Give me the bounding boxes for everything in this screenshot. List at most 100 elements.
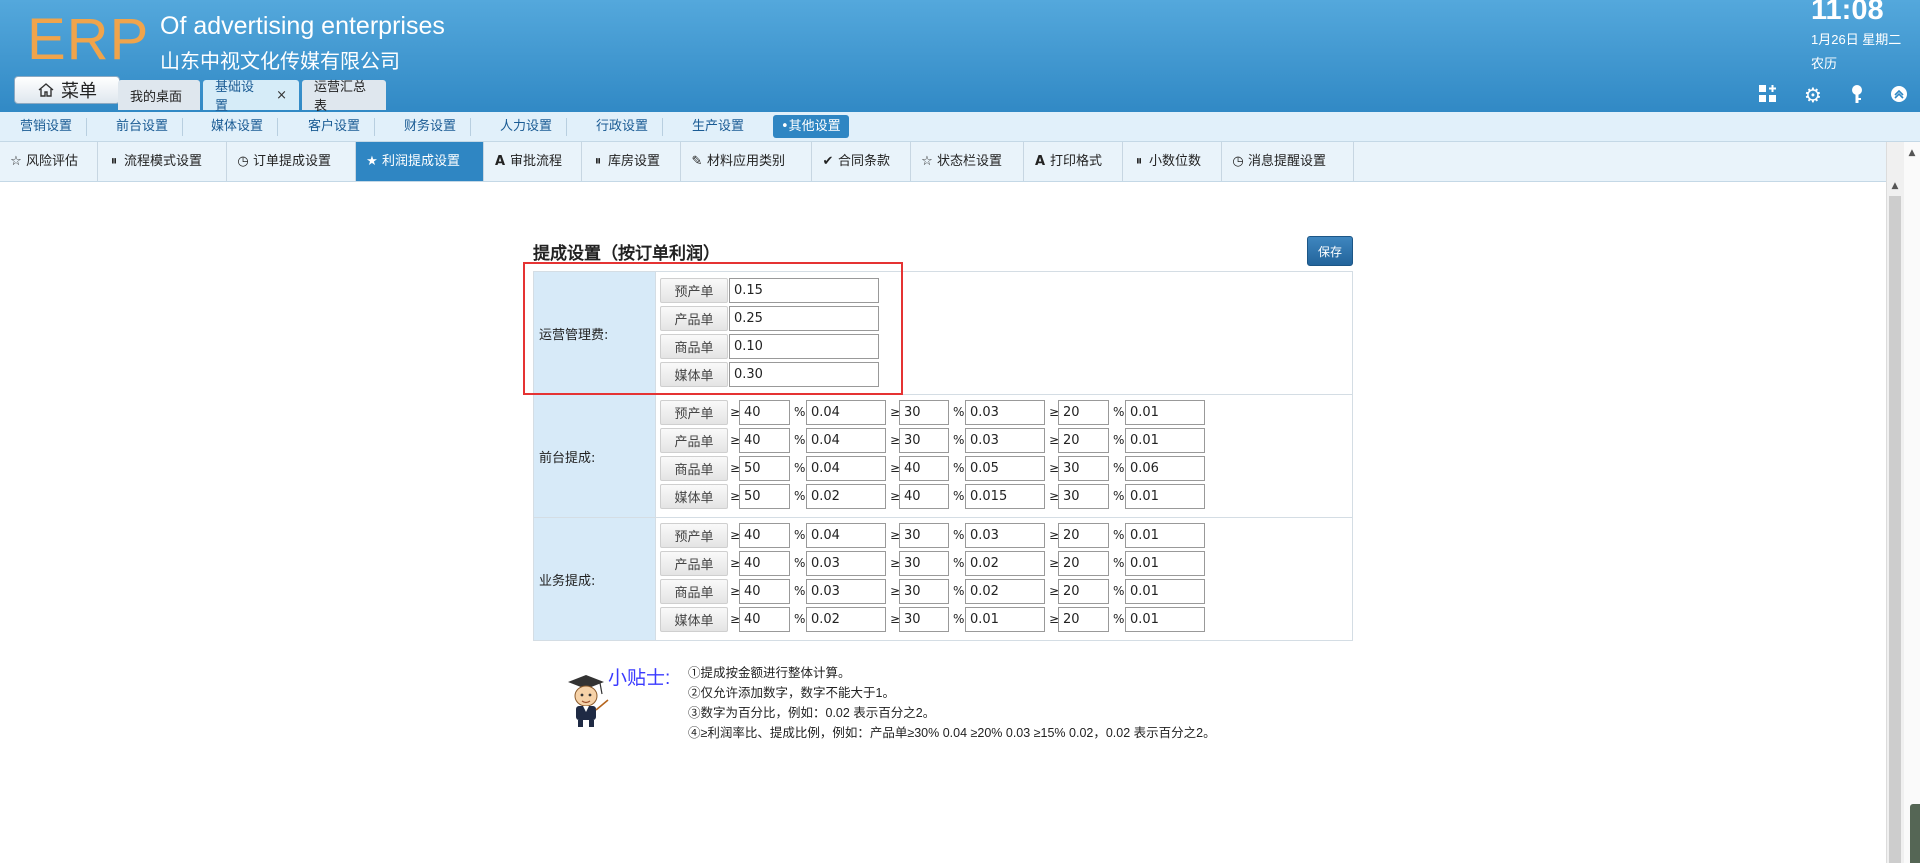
percent-symbol: % bbox=[953, 433, 965, 447]
rate-3-input[interactable]: 0.01 bbox=[1125, 607, 1205, 632]
gear-icon[interactable]: ⚙ bbox=[1801, 83, 1825, 107]
rate-3-input[interactable]: 0.01 bbox=[1125, 523, 1205, 548]
threshold-3-input[interactable]: 20 bbox=[1058, 551, 1109, 576]
rate-3-input[interactable]: 0.01 bbox=[1125, 400, 1205, 425]
outer-scroll-up-icon[interactable]: ▲ bbox=[1904, 146, 1920, 160]
nav-other-settings[interactable]: •其他设置 bbox=[773, 115, 849, 138]
collapse-up-icon[interactable] bbox=[1887, 83, 1911, 107]
threshold-3-input[interactable]: 20 bbox=[1058, 400, 1109, 425]
side-panel-grip[interactable] bbox=[1910, 804, 1920, 863]
tab-my-desktop[interactable]: 我的桌面 bbox=[118, 80, 200, 110]
outer-scrollbar-track bbox=[1904, 142, 1920, 863]
rate-2-input[interactable]: 0.05 bbox=[965, 456, 1045, 481]
subnav-label: 流程模式设置 bbox=[124, 154, 203, 169]
threshold-3-input[interactable]: 20 bbox=[1058, 579, 1109, 604]
lunar-calendar-link[interactable]: 农历 bbox=[1811, 53, 1837, 72]
threshold-1-input[interactable]: 40 bbox=[739, 400, 790, 425]
threshold-1-input[interactable]: 40 bbox=[739, 579, 790, 604]
subnav-message-reminder[interactable]: ◷ 消息提醒设置 bbox=[1222, 142, 1354, 181]
subnav-order-commission[interactable]: ◷ 订单提成设置 bbox=[227, 142, 356, 181]
other-settings-subnav: ☆ 风险评估 ⏸ 流程模式设置 ◷ 订单提成设置 ★ 利润提成设置 A 审批流程 ⏸ 库房设… bbox=[0, 142, 1886, 182]
threshold-3-input[interactable]: 30 bbox=[1058, 484, 1109, 509]
nav-marketing-settings[interactable]: 营销设置 bbox=[12, 118, 88, 136]
rate-2-input[interactable]: 0.02 bbox=[965, 579, 1045, 604]
rate-1-input[interactable]: 0.04 bbox=[806, 523, 886, 548]
rate-2-input[interactable]: 0.03 bbox=[965, 523, 1045, 548]
threshold-2-input[interactable]: 40 bbox=[899, 456, 949, 481]
threshold-1-input[interactable]: 50 bbox=[739, 484, 790, 509]
clock-time: 11:08 bbox=[1811, 0, 1884, 26]
tab-operations-summary[interactable]: 运营汇总表 bbox=[302, 80, 386, 114]
threshold-3-input[interactable]: 20 bbox=[1058, 523, 1109, 548]
threshold-1-input[interactable]: 40 bbox=[739, 523, 790, 548]
threshold-3-input[interactable]: 30 bbox=[1058, 456, 1109, 481]
subnav-contract-terms[interactable]: ✔ 合同条款 bbox=[812, 142, 911, 181]
threshold-2-input[interactable]: 40 bbox=[899, 484, 949, 509]
threshold-1-input[interactable]: 40 bbox=[739, 607, 790, 632]
threshold-3-input[interactable]: 20 bbox=[1058, 428, 1109, 453]
rate-3-input[interactable]: 0.01 bbox=[1125, 579, 1205, 604]
order-type-label: 媒体单 bbox=[660, 607, 728, 632]
threshold-2-input[interactable]: 30 bbox=[899, 607, 949, 632]
subnav-profit-commission[interactable]: ★ 利润提成设置 bbox=[356, 142, 484, 181]
rate-3-input[interactable]: 0.01 bbox=[1125, 428, 1205, 453]
subnav-decimal-places[interactable]: ⏸ 小数位数 bbox=[1123, 142, 1222, 181]
rate-3-input[interactable]: 0.06 bbox=[1125, 456, 1205, 481]
erp-logo: ERP bbox=[27, 7, 150, 72]
threshold-2-input[interactable]: 30 bbox=[899, 400, 949, 425]
nav-front-desk-settings[interactable]: 前台设置 bbox=[108, 118, 184, 136]
percent-symbol: % bbox=[1113, 528, 1125, 542]
save-button[interactable]: 保存 bbox=[1307, 236, 1353, 266]
subnav-label: 消息提醒设置 bbox=[1248, 154, 1327, 169]
threshold-2-input[interactable]: 30 bbox=[899, 523, 949, 548]
rate-1-input[interactable]: 0.04 bbox=[806, 428, 886, 453]
percent-symbol: % bbox=[953, 489, 965, 503]
percent-symbol: % bbox=[953, 584, 965, 598]
apps-grid-icon[interactable] bbox=[1756, 83, 1780, 107]
rate-1-input[interactable]: 0.04 bbox=[806, 400, 886, 425]
scroll-up-arrow-icon[interactable]: ▲ bbox=[1886, 178, 1904, 194]
star-icon: ☆ bbox=[921, 154, 933, 169]
rate-1-input[interactable]: 0.02 bbox=[806, 607, 886, 632]
subnav-status-bar[interactable]: ☆ 状态栏设置 bbox=[911, 142, 1024, 181]
key-icon[interactable] bbox=[1845, 83, 1869, 107]
rate-2-input[interactable]: 0.03 bbox=[965, 428, 1045, 453]
nav-admin-settings[interactable]: 行政设置 bbox=[588, 118, 664, 136]
threshold-2-input[interactable]: 30 bbox=[899, 551, 949, 576]
subnav-approval-process[interactable]: A 审批流程 bbox=[484, 142, 582, 181]
scrollbar-thumb[interactable] bbox=[1889, 196, 1901, 863]
rate-3-input[interactable]: 0.01 bbox=[1125, 551, 1205, 576]
rate-2-input[interactable]: 0.02 bbox=[965, 551, 1045, 576]
check-icon: ✔ bbox=[822, 154, 834, 169]
threshold-3-input[interactable]: 20 bbox=[1058, 607, 1109, 632]
nav-customer-settings[interactable]: 客户设置 bbox=[300, 118, 376, 136]
rate-2-input[interactable]: 0.01 bbox=[965, 607, 1045, 632]
threshold-1-input[interactable]: 40 bbox=[739, 551, 790, 576]
rate-2-input[interactable]: 0.03 bbox=[965, 400, 1045, 425]
threshold-2-input[interactable]: 30 bbox=[899, 428, 949, 453]
rate-1-input[interactable]: 0.02 bbox=[806, 484, 886, 509]
threshold-1-input[interactable]: 50 bbox=[739, 456, 790, 481]
nav-media-settings[interactable]: 媒体设置 bbox=[203, 118, 279, 136]
rate-1-input[interactable]: 0.03 bbox=[806, 579, 886, 604]
subnav-print-format[interactable]: A 打印格式 bbox=[1024, 142, 1123, 181]
threshold-1-input[interactable]: 40 bbox=[739, 428, 790, 453]
subnav-warehouse[interactable]: ⏸ 库房设置 bbox=[582, 142, 681, 181]
subnav-label: 审批流程 bbox=[510, 154, 563, 169]
main-menu-button[interactable]: 菜单 bbox=[14, 76, 120, 104]
font-a-icon: A bbox=[1034, 154, 1046, 169]
rate-2-input[interactable]: 0.015 bbox=[965, 484, 1045, 509]
tab-basic-settings[interactable]: 基础设置 × bbox=[203, 80, 299, 114]
nav-finance-settings[interactable]: 财务设置 bbox=[396, 118, 472, 136]
nav-production-settings[interactable]: 生产设置 bbox=[684, 118, 758, 136]
rate-1-input[interactable]: 0.04 bbox=[806, 456, 886, 481]
rate-1-input[interactable]: 0.03 bbox=[806, 551, 886, 576]
rate-3-input[interactable]: 0.01 bbox=[1125, 484, 1205, 509]
tab-close-icon[interactable]: × bbox=[276, 88, 287, 103]
threshold-2-input[interactable]: 30 bbox=[899, 579, 949, 604]
subnav-risk-assessment[interactable]: ☆ 风险评估 bbox=[0, 142, 98, 181]
nav-hr-settings[interactable]: 人力设置 bbox=[492, 118, 568, 136]
subnav-material-category[interactable]: ✎ 材料应用类别 bbox=[681, 142, 812, 181]
percent-symbol: % bbox=[1113, 433, 1125, 447]
subnav-process-mode[interactable]: ⏸ 流程模式设置 bbox=[98, 142, 227, 181]
